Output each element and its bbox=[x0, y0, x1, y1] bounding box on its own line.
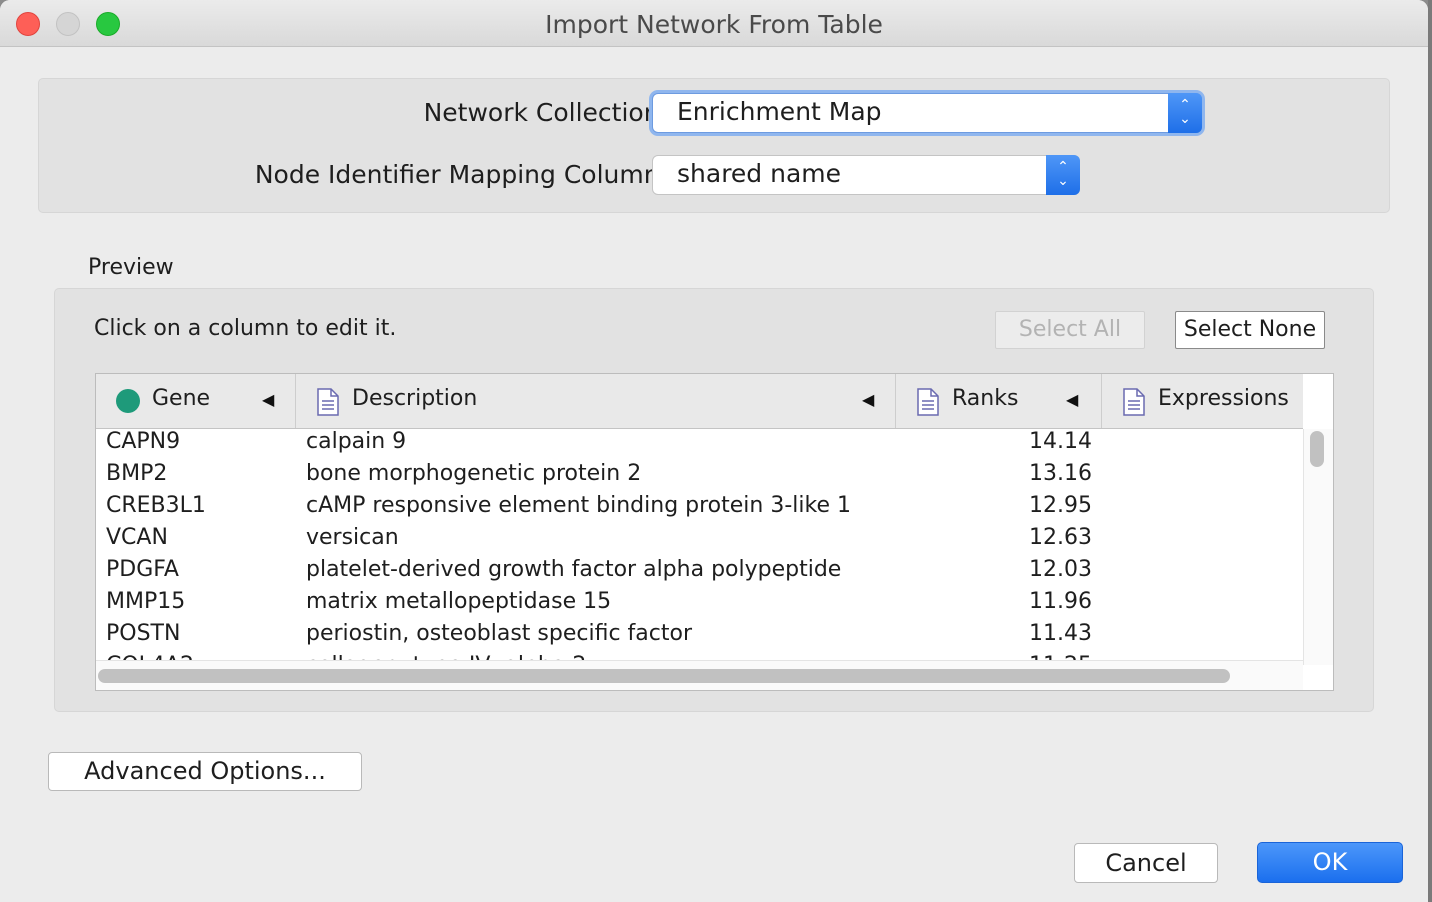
title-bar: Import Network From Table bbox=[0, 0, 1428, 47]
node-identifier-select[interactable]: shared name ⌃ ⌄ bbox=[652, 155, 1080, 195]
preview-section-label: Preview bbox=[88, 255, 174, 280]
description-cell: collagen, type IV, alpha 2 bbox=[306, 651, 586, 660]
table-body: CAPN9 calpain 9 14.14 BMP2 bone morphoge… bbox=[96, 429, 1303, 660]
horizontal-scrollbar[interactable] bbox=[96, 660, 1303, 690]
select-none-button[interactable]: Select None bbox=[1175, 311, 1325, 349]
column-header-gene[interactable]: Gene ◀ bbox=[96, 374, 296, 428]
preview-table: Gene ◀ Description ◀ Ranks ◀ Expressions… bbox=[95, 373, 1334, 691]
rank-cell: 11.96 bbox=[1029, 589, 1092, 614]
window-title: Import Network From Table bbox=[545, 10, 883, 39]
updown-chevron-icon: ⌃ ⌄ bbox=[1168, 93, 1202, 133]
document-icon bbox=[917, 388, 939, 416]
gene-cell: VCAN bbox=[106, 525, 168, 550]
gene-cell: POSTN bbox=[106, 621, 181, 646]
vertical-scrollbar[interactable] bbox=[1303, 429, 1333, 665]
description-cell: periostin, osteoblast specific factor bbox=[306, 621, 692, 646]
column-header-expressions[interactable]: Expressions bbox=[1102, 374, 1303, 428]
document-icon bbox=[317, 388, 339, 416]
description-cell: calpain 9 bbox=[306, 429, 407, 454]
description-cell: platelet-derived growth factor alpha pol… bbox=[306, 557, 842, 582]
column-header-ranks[interactable]: Ranks ◀ bbox=[896, 374, 1102, 428]
sort-arrow-icon: ◀ bbox=[262, 390, 275, 409]
table-row[interactable]: PDGFA platelet-derived growth factor alp… bbox=[96, 555, 1303, 587]
description-cell: bone morphogenetic protein 2 bbox=[306, 461, 642, 486]
horizontal-scroll-thumb[interactable] bbox=[98, 669, 1230, 683]
rank-cell: 11.25 bbox=[1029, 651, 1092, 660]
gene-cell: BMP2 bbox=[106, 461, 168, 486]
network-collection-value: Enrichment Map bbox=[677, 97, 882, 126]
gene-cell: CREB3L1 bbox=[106, 493, 206, 518]
key-column-icon bbox=[116, 389, 140, 413]
ok-button[interactable]: OK bbox=[1257, 842, 1403, 883]
vertical-scroll-thumb[interactable] bbox=[1310, 431, 1324, 467]
table-row[interactable]: CAPN9 calpain 9 14.14 bbox=[96, 429, 1303, 459]
gene-cell: MMP15 bbox=[106, 589, 186, 614]
table-row[interactable]: MMP15 matrix metallopeptidase 15 11.96 bbox=[96, 587, 1303, 619]
network-collection-label: Network Collection: bbox=[423, 98, 668, 127]
table-row[interactable]: VCAN versican 12.63 bbox=[96, 523, 1303, 555]
gene-cell: COL4A2 bbox=[106, 651, 194, 660]
gene-cell: CAPN9 bbox=[106, 429, 181, 454]
node-identifier-value: shared name bbox=[677, 159, 842, 188]
rank-cell: 13.16 bbox=[1029, 461, 1092, 486]
description-cell: cAMP responsive element binding protein … bbox=[306, 493, 851, 518]
sort-arrow-icon: ◀ bbox=[1066, 390, 1079, 409]
sort-arrow-icon: ◀ bbox=[862, 390, 875, 409]
background-window-edge bbox=[1428, 0, 1432, 902]
table-row[interactable]: POSTN periostin, osteoblast specific fac… bbox=[96, 619, 1303, 651]
column-header-description[interactable]: Description ◀ bbox=[296, 374, 896, 428]
table-header: Gene ◀ Description ◀ Ranks ◀ Expressions bbox=[96, 374, 1303, 429]
import-network-dialog: Import Network From Table Network Collec… bbox=[0, 0, 1428, 902]
document-icon bbox=[1123, 388, 1145, 416]
node-identifier-label: Node Identifier Mapping Column: bbox=[254, 160, 668, 189]
column-header-label: Ranks bbox=[952, 386, 1019, 411]
rank-cell: 12.03 bbox=[1029, 557, 1092, 582]
column-header-label: Description bbox=[352, 386, 478, 411]
select-all-button[interactable]: Select All bbox=[995, 311, 1145, 349]
network-collection-select[interactable]: Enrichment Map ⌃ ⌄ bbox=[652, 93, 1202, 133]
description-cell: versican bbox=[306, 525, 399, 550]
description-cell: matrix metallopeptidase 15 bbox=[306, 589, 612, 614]
rank-cell: 12.95 bbox=[1029, 493, 1092, 518]
column-header-label: Gene bbox=[152, 386, 211, 411]
edit-column-hint: Click on a column to edit it. bbox=[94, 316, 397, 341]
gene-cell: PDGFA bbox=[106, 557, 179, 582]
rank-cell: 14.14 bbox=[1029, 429, 1092, 454]
cancel-button[interactable]: Cancel bbox=[1074, 843, 1218, 883]
advanced-options-button[interactable]: Advanced Options... bbox=[48, 752, 362, 791]
table-row[interactable]: BMP2 bone morphogenetic protein 2 13.16 bbox=[96, 459, 1303, 491]
rank-cell: 11.43 bbox=[1029, 621, 1092, 646]
table-row[interactable]: COL4A2 collagen, type IV, alpha 2 11.25 bbox=[96, 651, 1303, 660]
table-row[interactable]: CREB3L1 cAMP responsive element binding … bbox=[96, 491, 1303, 523]
column-header-label: Expressions bbox=[1158, 386, 1289, 411]
rank-cell: 12.63 bbox=[1029, 525, 1092, 550]
updown-chevron-icon: ⌃ ⌄ bbox=[1046, 155, 1080, 195]
